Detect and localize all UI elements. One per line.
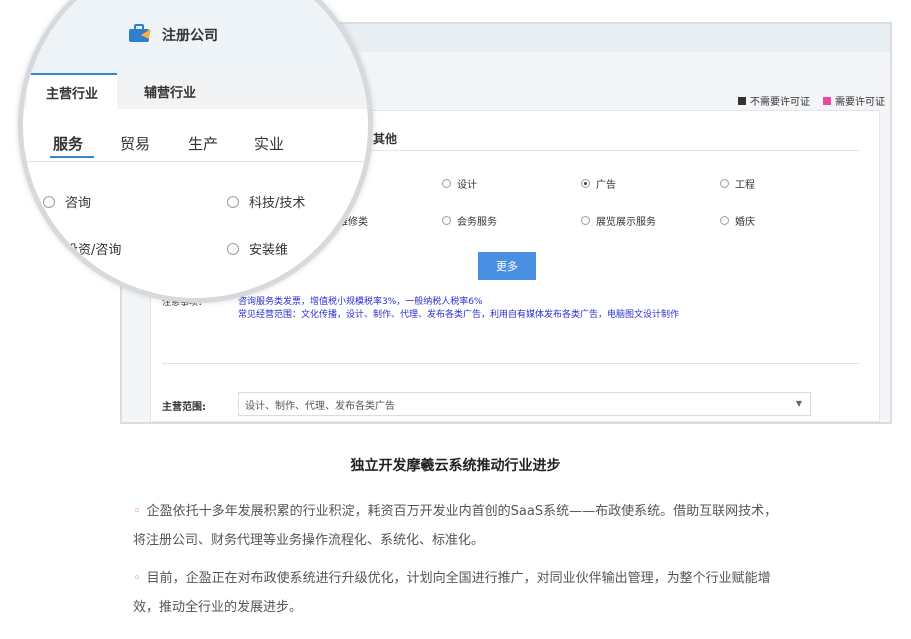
option-label: 设计 xyxy=(457,180,477,191)
option-tech-lens[interactable]: 科技/技术 xyxy=(227,192,305,211)
legend-label: 需要许可证 xyxy=(835,97,885,108)
option-conference[interactable]: 会务服务 xyxy=(442,213,497,228)
option-label: 广告 xyxy=(596,180,616,191)
radio-icon[interactable] xyxy=(43,195,55,208)
option-install-lens[interactable]: 安装维 xyxy=(227,239,288,258)
more-button[interactable]: 更多 xyxy=(478,252,536,280)
legend-no-license: 不需要许可证 xyxy=(738,93,810,108)
option-design[interactable]: 设计 xyxy=(442,176,477,191)
radio-icon[interactable] xyxy=(442,216,451,225)
active-tab-underline xyxy=(50,156,94,158)
scope-note: 常见经营范围：文化传播，设计、制作、代理、发布各类广告，利用自有媒体发布各类广告… xyxy=(238,310,680,320)
legend-label: 不需要许可证 xyxy=(750,97,810,108)
paragraph-1: ◦ 企盈依托十多年发展积累的行业积淀，耗资百万开发业内首创的SaaS系统——布政使… xyxy=(133,497,783,555)
tab-other[interactable]: 其他 xyxy=(373,130,397,147)
option-label: 婚庆 xyxy=(735,217,755,228)
option-consulting[interactable]: 咨询 xyxy=(43,192,91,211)
tab-service[interactable]: 服务 xyxy=(53,133,83,154)
legend-need-license: 需要许可证 xyxy=(823,93,885,108)
scope-value: 设计、制作、代理、发布各类广告 xyxy=(245,400,395,412)
tab-secondary-industry[interactable]: 辅营行业 xyxy=(120,73,220,109)
radio-icon[interactable] xyxy=(720,216,729,225)
radio-icon[interactable] xyxy=(720,179,729,188)
headline: 独立开发摩羲云系统推动行业进步 xyxy=(350,458,561,474)
option-label: 咨询 xyxy=(65,196,92,211)
bullet-icon: ◦ xyxy=(133,504,141,519)
option-label: 投资/咨询 xyxy=(65,243,122,258)
legend-swatch-dark xyxy=(738,96,746,105)
option-investment[interactable]: 投资/咨询 xyxy=(43,239,121,258)
app-title: 注册公司 xyxy=(162,28,218,44)
radio-icon[interactable] xyxy=(43,242,55,255)
paragraph-2: ◦ 目前，企盈正在对布政使系统进行升级优化，计划向全国进行推广，对同业伙伴输出管理… xyxy=(133,564,783,622)
legend-swatch-pink xyxy=(823,96,831,105)
radio-icon[interactable] xyxy=(581,216,590,225)
tab-trade[interactable]: 贸易 xyxy=(120,133,150,154)
option-label: 展览展示服务 xyxy=(596,217,656,228)
radio-icon[interactable] xyxy=(227,195,239,208)
tab-main-industry[interactable]: 主营行业 xyxy=(27,73,117,109)
option-ad[interactable]: 广告 xyxy=(581,176,616,191)
option-engineering[interactable]: 工程 xyxy=(720,176,755,191)
option-label: 会务服务 xyxy=(457,217,497,228)
option-label: 科技/技术 xyxy=(249,196,306,211)
option-label: 安装维 xyxy=(249,243,289,258)
radio-icon[interactable] xyxy=(442,179,451,188)
paragraph-text: 企盈依托十多年发展积累的行业积淀，耗资百万开发业内首创的SaaS系统——布政使系… xyxy=(133,504,778,548)
dropdown-arrow-icon: ▼ xyxy=(795,399,802,408)
option-label: 工程 xyxy=(735,180,755,191)
section-divider xyxy=(162,363,860,364)
option-exhibition[interactable]: 展览展示服务 xyxy=(581,213,656,228)
tab-production[interactable]: 生产 xyxy=(188,133,218,154)
radio-selected-icon[interactable] xyxy=(581,179,590,188)
lens-subtab-divider xyxy=(23,161,368,162)
magnifier-lens: 注册公司 主营行业 辅营行业 服务 贸易 生产 实业 咨询 科技/技术 投资/咨… xyxy=(18,0,373,303)
briefcase-icon xyxy=(127,23,153,49)
bullet-icon: ◦ xyxy=(133,571,141,586)
tab-industry-lens[interactable]: 实业 xyxy=(254,133,284,154)
paragraph-text: 目前，企盈正在对布政使系统进行升级优化，计划向全国进行推广，对同业伙伴输出管理，… xyxy=(133,571,771,615)
option-celebration[interactable]: 婚庆 xyxy=(720,213,755,228)
scope-select[interactable]: 设计、制作、代理、发布各类广告 ▼ xyxy=(238,392,811,416)
radio-icon[interactable] xyxy=(227,242,239,255)
scope-label: 主营范围: xyxy=(162,402,206,413)
